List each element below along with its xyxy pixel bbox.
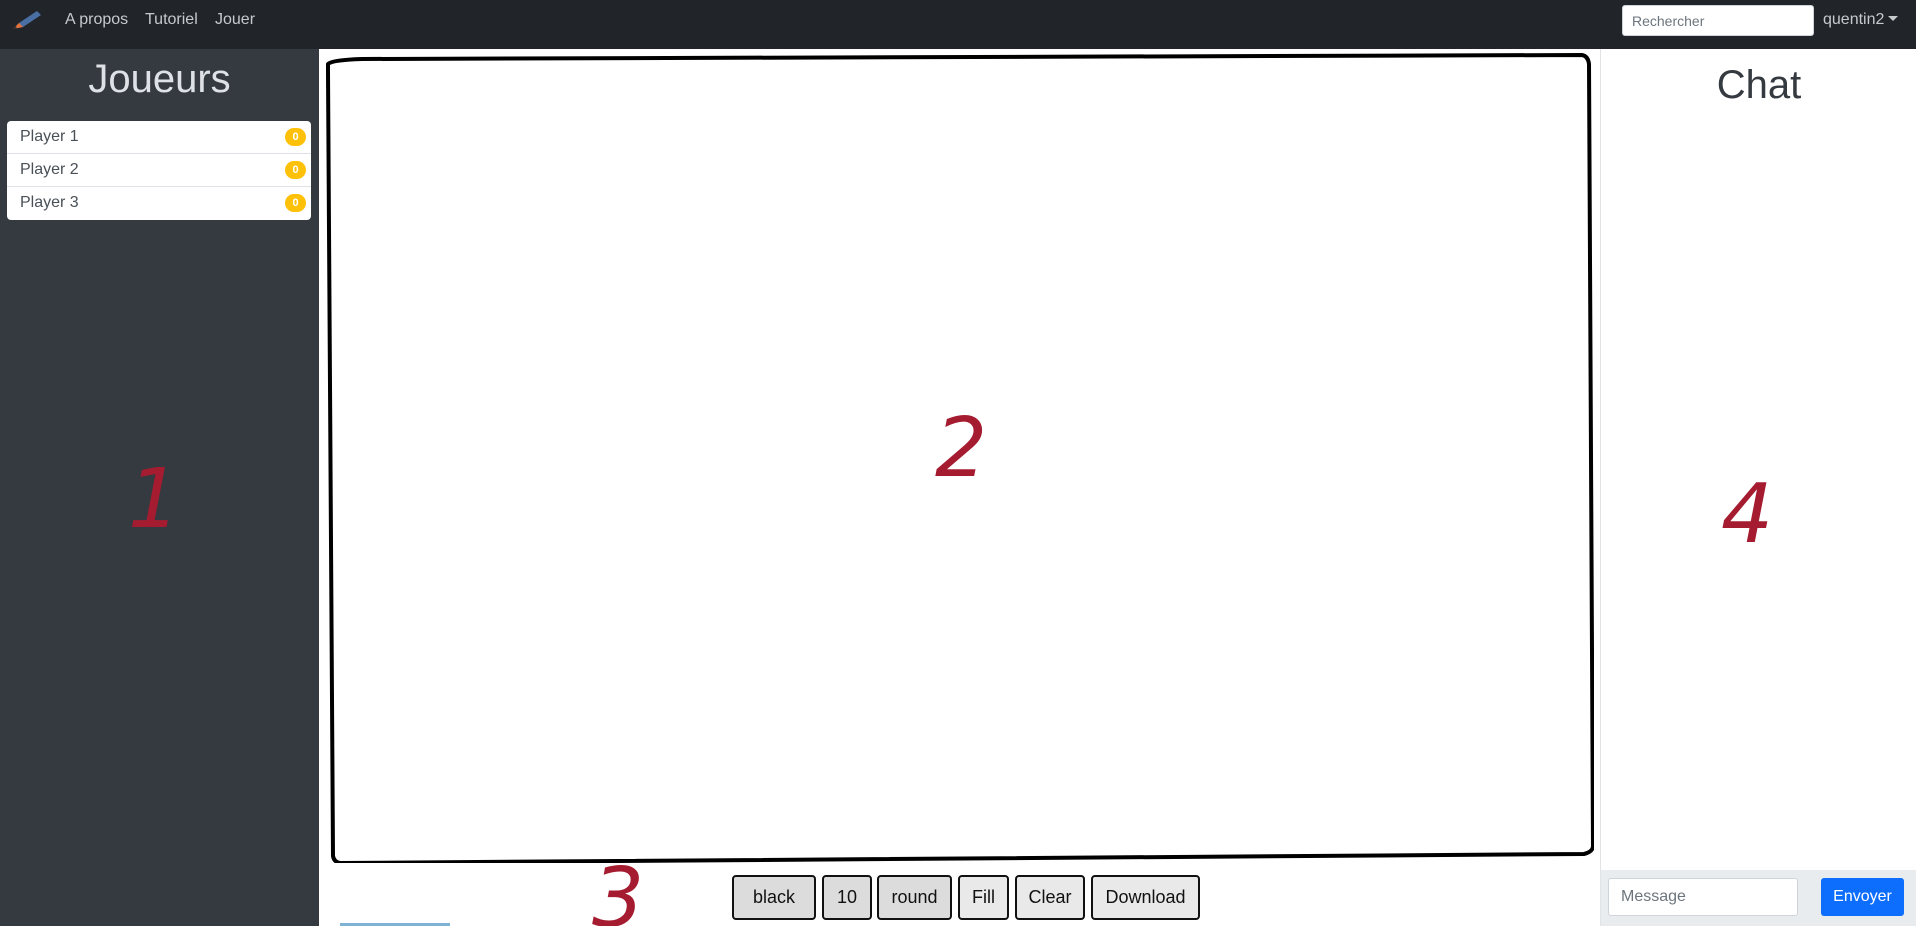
player-name: Player 1 [20,128,79,145]
user-name: quentin2 [1823,11,1885,28]
size-button[interactable]: 10 [822,875,872,920]
user-menu[interactable]: quentin2 [1823,11,1899,29]
pencil-icon[interactable] [11,9,43,33]
line-cap-button[interactable]: round [877,875,952,920]
nav-link-jouer[interactable]: Jouer [215,11,255,29]
top-navbar: A propos Tutoriel Jouer quentin2 [0,0,1916,49]
list-item: Player 3 0 [7,187,311,220]
player-name: Player 2 [20,161,79,178]
score-badge: 0 [285,194,306,212]
score-badge: 0 [285,161,306,179]
nav-link-tutoriel[interactable]: Tutoriel [145,11,198,29]
chat-footer: Envoyer [1601,870,1916,926]
annotation-3: 3 [592,851,645,926]
send-button[interactable]: Envoyer [1821,878,1904,916]
list-item: Player 2 0 [7,154,311,187]
color-button[interactable]: black [732,875,816,920]
chat-panel: Chat 4 Envoyer [1600,49,1916,926]
fill-button[interactable]: Fill [958,875,1009,920]
annotation-4: 4 [1721,467,1774,562]
chat-title: Chat [1716,63,1802,107]
chevron-down-icon [1888,16,1899,21]
nav-link-a-propos[interactable]: A propos [65,11,128,29]
download-button[interactable]: Download [1091,875,1200,920]
list-item: Player 1 0 [7,121,311,154]
annotation-2: 2 [935,401,988,496]
message-input[interactable] [1608,878,1798,916]
search-input[interactable] [1622,5,1814,36]
annotation-1: 1 [128,452,181,547]
clear-button[interactable]: Clear [1015,875,1085,920]
sidebar-title: Joueurs [88,57,231,101]
players-sidebar: Joueurs Player 1 0 Player 2 0 Player 3 0… [0,49,319,926]
player-list: Player 1 0 Player 2 0 Player 3 0 [7,121,311,220]
player-name: Player 3 [20,194,79,211]
score-badge: 0 [285,128,306,146]
